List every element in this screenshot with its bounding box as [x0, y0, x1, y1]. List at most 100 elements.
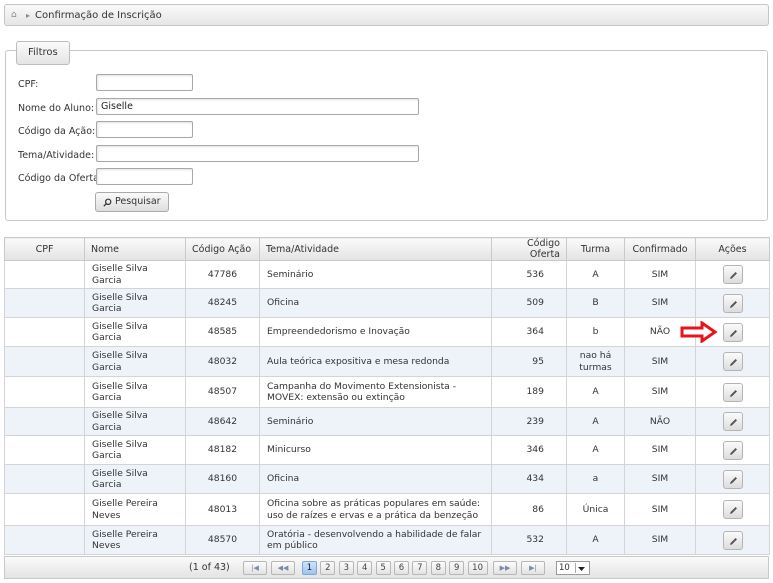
aluno-label: Nome do Aluno:	[18, 103, 95, 114]
cell-tema: Oficina	[259, 288, 492, 318]
cell-confirmado: SIM	[624, 346, 696, 377]
page-button-1[interactable]: 1	[302, 561, 317, 575]
cell-turma: A	[566, 260, 625, 289]
table-row: Giselle Silva Garcia 48245 Oficina 509 B SIM	[4, 288, 770, 318]
page-button-3[interactable]: 3	[338, 561, 354, 575]
cell-tema: Empreendedorismo e Inovação	[259, 317, 492, 347]
rows-per-page-value: 10	[559, 563, 570, 573]
cell-codigo-oferta: 86	[491, 493, 567, 526]
cell-turma: A	[566, 407, 625, 436]
col-header-turma[interactable]: Turma	[566, 237, 625, 261]
cell-codigo-acao: 48570	[185, 525, 260, 555]
pencil-icon	[729, 389, 737, 397]
pencil-icon	[729, 507, 737, 514]
page-button-2[interactable]: 2	[320, 561, 336, 575]
pencil-icon	[729, 419, 737, 426]
table-row: Giselle Silva Garcia 48585 Empreendedorism…	[4, 317, 770, 347]
aluno-input[interactable]	[96, 98, 419, 115]
cell-cpf	[4, 317, 85, 347]
col-header-nome[interactable]: Nome	[84, 237, 186, 261]
breadcrumb: ⌂ ▸ Confirmação de Inscrição	[4, 4, 769, 26]
cell-turma: a	[566, 464, 625, 494]
cell-acoes	[695, 407, 770, 436]
col-header-confirmado[interactable]: Confirmado	[624, 237, 696, 261]
edit-button[interactable]	[722, 382, 743, 402]
page-button-9[interactable]: 9	[449, 561, 465, 575]
search-icon	[103, 198, 112, 207]
page-button-10[interactable]: 10	[467, 561, 488, 575]
breadcrumb-current: Confirmação de Inscrição	[35, 9, 162, 21]
search-button[interactable]: Pesquisar	[95, 192, 169, 212]
home-icon[interactable]: ⌂	[11, 10, 20, 20]
cell-acoes	[695, 260, 770, 289]
edit-button[interactable]	[722, 352, 743, 371]
cell-codigo-acao: 48013	[185, 493, 260, 526]
page-button-5[interactable]: 5	[375, 561, 391, 575]
cell-tema: Minicurso	[259, 435, 492, 465]
edit-button[interactable]	[722, 440, 743, 460]
edit-button[interactable]	[722, 412, 743, 431]
edit-button[interactable]	[722, 293, 743, 313]
edit-button[interactable]	[722, 265, 743, 284]
codigo-oferta-input[interactable]	[96, 168, 193, 185]
last-page-button[interactable]: ▶|	[521, 561, 545, 575]
col-header-tema[interactable]: Tema/Atividade	[259, 237, 492, 261]
table-row: Giselle Pereira Neves 48013 Oficina sobre …	[4, 493, 770, 526]
prev-page-button[interactable]: ◀◀	[271, 561, 295, 575]
cell-codigo-acao: 48642	[185, 407, 260, 436]
pencil-icon	[729, 329, 737, 337]
filters-legend[interactable]: Filtros	[16, 41, 70, 65]
cell-cpf	[4, 435, 85, 465]
search-button-label: Pesquisar	[115, 196, 161, 207]
first-page-button[interactable]: |◀	[243, 561, 267, 575]
col-header-codigo-oferta[interactable]: Código Oferta	[491, 237, 567, 261]
cell-cpf	[4, 493, 85, 526]
pencil-icon	[729, 537, 737, 545]
cell-cpf	[4, 288, 85, 318]
cell-confirmado: SIM	[624, 525, 696, 555]
cell-nome: Giselle Silva Garcia	[84, 435, 186, 465]
cell-codigo-acao: 48032	[185, 346, 260, 377]
codigo-acao-input[interactable]	[96, 121, 193, 138]
cell-turma: A	[566, 376, 625, 408]
cell-tema: Oficina sobre as práticas populares em s…	[259, 493, 492, 526]
cell-nome: Giselle Silva Garcia	[84, 464, 186, 494]
col-header-acoes: Ações	[695, 237, 770, 261]
cell-codigo-acao: 48182	[185, 435, 260, 465]
page-button-6[interactable]: 6	[394, 561, 409, 575]
cell-tema: Seminário	[259, 407, 492, 436]
next-page-button[interactable]: ▶▶	[493, 561, 517, 575]
rows-per-page-select[interactable]: 10	[556, 561, 590, 575]
col-header-codigo-acao[interactable]: Código Ação	[185, 237, 260, 261]
table-row: Giselle Silva Garcia 47786 Seminário 536 A SI…	[4, 260, 770, 289]
chevron-down-icon	[575, 563, 588, 573]
edit-button[interactable]	[722, 469, 743, 489]
cell-codigo-acao: 48507	[185, 376, 260, 408]
cell-nome: Giselle Silva Garcia	[84, 260, 186, 289]
cpf-input[interactable]	[96, 74, 193, 91]
page-button-8[interactable]: 8	[430, 561, 446, 575]
cell-codigo-acao: 48245	[185, 288, 260, 318]
page-button-4[interactable]: 4	[357, 561, 373, 575]
page-button-7[interactable]: 7	[412, 561, 428, 575]
cell-codigo-oferta: 509	[491, 288, 567, 318]
edit-button[interactable]	[722, 530, 743, 550]
cell-turma: nao há turmas	[566, 346, 625, 377]
edit-button[interactable]	[722, 322, 743, 342]
cell-turma: A	[566, 525, 625, 555]
cell-confirmado: SIM	[624, 288, 696, 318]
cell-codigo-acao: 47786	[185, 260, 260, 289]
edit-button[interactable]	[722, 500, 743, 519]
cell-confirmado: SIM	[624, 260, 696, 289]
cell-codigo-oferta: 364	[491, 317, 567, 347]
table-row: Giselle Silva Garcia 48160 Oficina 434 a SIM	[4, 464, 770, 494]
col-header-cpf[interactable]: CPF	[4, 237, 85, 261]
tema-input[interactable]	[96, 145, 419, 162]
cell-cpf	[4, 525, 85, 555]
cell-turma: Única	[566, 493, 625, 526]
cell-cpf	[4, 407, 85, 436]
cell-confirmado: SIM	[624, 376, 696, 408]
table-row: Giselle Silva Garcia 48507 Campanha do Mov…	[4, 376, 770, 408]
cell-acoes	[695, 493, 770, 526]
cell-turma: B	[566, 288, 625, 318]
